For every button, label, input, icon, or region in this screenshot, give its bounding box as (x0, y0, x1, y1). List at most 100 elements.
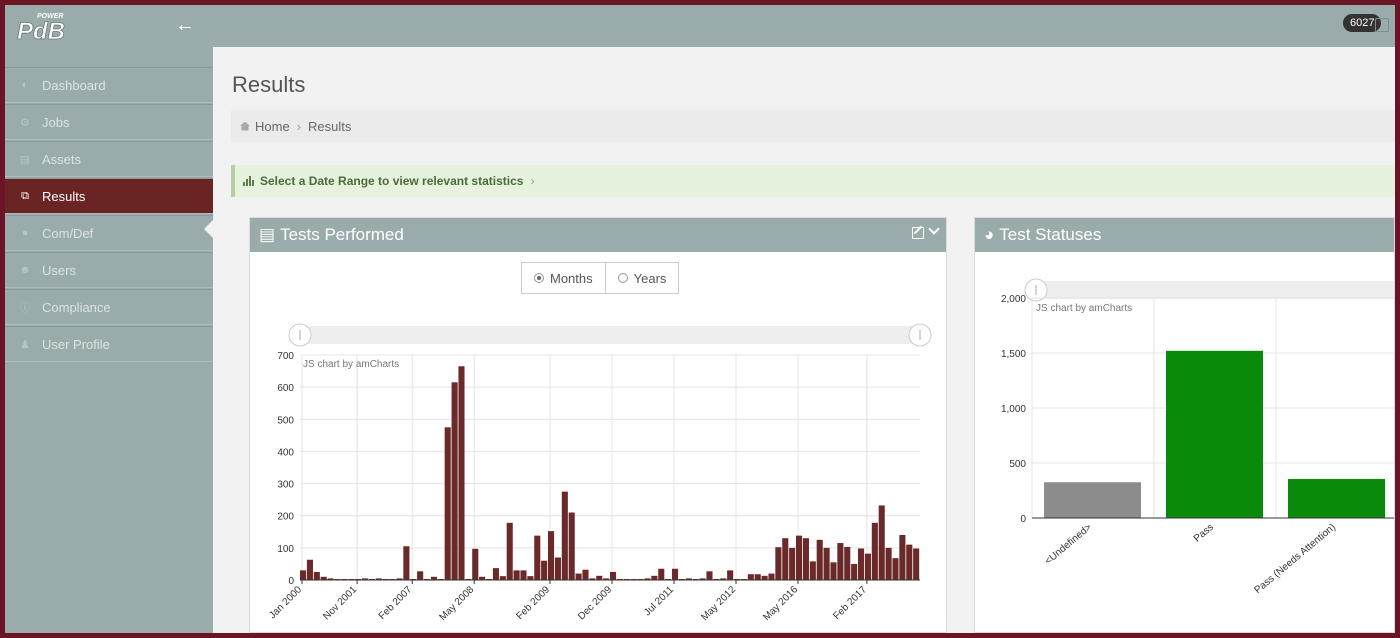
sidebar-item-dashboard[interactable]: ◐ Dashboard (5, 67, 213, 103)
cogs-icon: ⚙ (20, 116, 30, 129)
chart-credit: JS chart by amCharts (1036, 303, 1132, 314)
sidebar-item-label: User Profile (42, 336, 110, 352)
months-radio[interactable]: Months (522, 263, 605, 293)
chart-bar (520, 570, 527, 580)
period-toggle: Months Years (521, 262, 680, 294)
sidebar-item-label: Compliance (42, 299, 111, 315)
chevron-right-icon: › (530, 174, 535, 188)
breadcrumb-home-link[interactable]: Home (255, 119, 290, 134)
chart-bar (809, 561, 816, 580)
sidebar-item-results[interactable]: ⧉ Results (5, 178, 213, 214)
chart-bar (747, 574, 754, 580)
breadcrumb-current: Results (308, 118, 352, 134)
chart-bar (548, 531, 555, 580)
y-tick-label: 500 (1009, 459, 1026, 470)
x-tick-label: Feb 2009 (514, 584, 552, 622)
y-tick-label: 400 (277, 447, 294, 458)
bar-chart-icon (243, 176, 255, 186)
tests-performed-chart[interactable]: 0 100 200 300 400 500 600 700 JS chart by amChar… (250, 308, 947, 633)
chart-bar (403, 546, 410, 580)
chart-credit: JS chart by amCharts (303, 359, 399, 370)
sidebar-item-user-profile[interactable]: ♟ User Profile (5, 326, 213, 362)
test-statuses-panel: ◕ Test Statuses 0 500 1,000 1,500 2,000 JS ch… (974, 217, 1395, 633)
top-bar: POWER PdB ← 6027 (5, 5, 1395, 47)
panel-header: ▤ Tests Performed (250, 218, 946, 252)
notification-icon[interactable] (1375, 18, 1389, 32)
users-icon: ☻ (19, 264, 31, 276)
date-range-selector[interactable]: Select a Date Range to view relevant sta… (231, 165, 1395, 197)
chart-bar (306, 559, 313, 580)
chart-bar (417, 571, 424, 580)
sidebar-item-comdef[interactable]: ● Com/Def (5, 215, 213, 251)
chart-bar (906, 544, 913, 580)
x-tick-label: Pass (1192, 522, 1216, 545)
chart-bar (837, 543, 844, 580)
collapse-sidebar-icon[interactable]: ← (175, 13, 195, 37)
chart-bar (775, 547, 782, 580)
y-tick-label: 300 (277, 480, 294, 491)
x-tick-label: Dec 2009 (576, 584, 614, 622)
chart-bar (568, 512, 575, 580)
chart-bar (1044, 482, 1141, 518)
x-tick-label: Jan 2000 (267, 584, 304, 621)
chart-bar (499, 576, 506, 580)
chart-bar (1166, 350, 1263, 518)
x-tick-label: May 2016 (761, 584, 800, 623)
x-tick-label: Feb 2007 (377, 584, 415, 622)
chart-bar (823, 547, 830, 580)
sidebar-item-users[interactable]: ☻ Users (5, 252, 213, 288)
chart-bar (513, 570, 520, 580)
chart-scrollbar[interactable] (300, 326, 920, 344)
panel-header: ◕ Test Statuses (975, 218, 1394, 252)
sidebar-item-label: Com/Def (42, 225, 94, 241)
y-tick-label: 500 (277, 415, 294, 426)
results-icon: ⧉ (21, 189, 29, 202)
sidebar-item-label: Results (42, 188, 86, 204)
app-frame: POWER PdB ← 6027 ◐ Dashboard ⚙ Jobs ▤ As… (5, 5, 1395, 633)
dashboard-icon: ◐ (21, 79, 29, 91)
app-logo[interactable]: POWER PdB (15, 9, 75, 43)
chart-bar (1288, 478, 1385, 518)
x-tick-label: Nov 2001 (321, 584, 359, 622)
date-range-prompt: Select a Date Range to view relevant sta… (260, 174, 524, 188)
sidebar-item-assets[interactable]: ▤ Assets (5, 141, 213, 177)
chart-bar (802, 538, 809, 580)
sidebar-item-label: Assets (42, 151, 82, 167)
chart-bar (768, 573, 775, 580)
years-radio[interactable]: Years (604, 263, 679, 293)
chevron-down-icon[interactable] (928, 223, 940, 235)
y-tick-label: 2,000 (1001, 294, 1026, 305)
y-tick-label: 1,500 (1001, 349, 1026, 360)
y-tick-label: 600 (277, 383, 294, 394)
y-tick-label: 200 (277, 512, 294, 523)
main-content: Results Home › Results Select a Date Ran… (213, 47, 1395, 633)
chart-bar (754, 574, 761, 580)
info-icon: ⓘ (19, 302, 31, 314)
chart-bar (864, 553, 871, 580)
chart-scrollbar[interactable] (1032, 281, 1395, 299)
chart-bar (541, 560, 548, 580)
panel-title: Test Statuses (999, 225, 1102, 244)
y-tick-label: 700 (277, 351, 294, 362)
chart-bar (899, 535, 906, 580)
chart-bar (582, 569, 589, 580)
tests-performed-panel: ▤ Tests Performed Months Years 0 100 200 30… (249, 217, 947, 633)
sidebar-item-compliance[interactable]: ⓘ Compliance (5, 289, 213, 325)
chart-bar (300, 570, 307, 580)
x-tick-label: Feb 2017 (831, 584, 869, 622)
breadcrumb: Home › Results (231, 110, 1395, 142)
sidebar-item-jobs[interactable]: ⚙ Jobs (5, 104, 213, 140)
edit-icon[interactable] (912, 227, 924, 239)
chart-bar (527, 576, 534, 580)
chart-bar (458, 366, 465, 580)
chart-bar (892, 558, 899, 580)
test-statuses-chart[interactable]: 0 500 1,000 1,500 2,000 JS chart by amCharts <… (975, 263, 1395, 633)
chart-bar (878, 505, 885, 580)
chart-bar (761, 575, 768, 580)
pie-chart-icon: ◕ (984, 225, 995, 244)
panel-title: Tests Performed (280, 225, 404, 244)
chart-bar (885, 547, 892, 580)
panel-tools (912, 223, 940, 239)
y-tick-label: 0 (288, 576, 294, 587)
chart-bar (554, 557, 561, 580)
